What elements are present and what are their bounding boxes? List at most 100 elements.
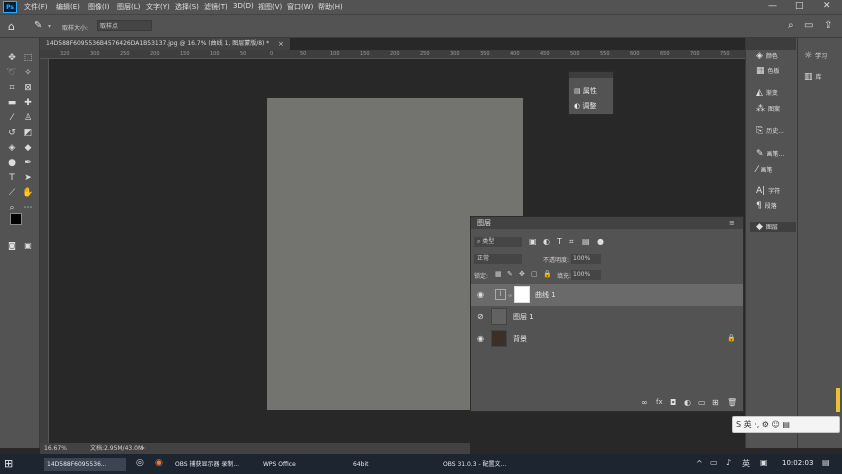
more-tools-icon[interactable]: ⋯	[22, 202, 34, 214]
paint-bucket-tool-icon[interactable]: ◈	[6, 142, 18, 154]
home-icon[interactable]: ⌂	[8, 20, 15, 33]
filter-shape-icon[interactable]: ⌗	[569, 237, 574, 247]
magic-wand-tool-icon[interactable]: ✧	[22, 67, 34, 79]
menu-3d[interactable]: 3D(D)	[233, 2, 254, 10]
trash-icon[interactable]: 🗑	[727, 398, 737, 407]
dock-gradient[interactable]: ◭ 渐变	[756, 88, 778, 98]
layer-name[interactable]: 背景	[513, 334, 527, 344]
zoom-level[interactable]: 16.67%	[44, 443, 67, 454]
filter-adjustment-icon[interactable]: ◐	[543, 237, 550, 246]
fx-icon[interactable]: fx	[656, 398, 663, 406]
type-tool-icon[interactable]: T	[6, 172, 18, 184]
history-brush-tool-icon[interactable]: ↺	[6, 127, 18, 139]
workspace-icon[interactable]: ▭	[804, 20, 813, 31]
dock-swatches[interactable]: ▦ 色板	[756, 66, 780, 76]
dodge-tool-icon[interactable]: ●	[6, 157, 18, 169]
eyedropper-icon[interactable]: ✎	[34, 20, 42, 31]
line-tool-icon[interactable]: ⟋	[6, 187, 18, 199]
display-icon[interactable]: ▣	[760, 458, 768, 467]
share-icon[interactable]: ⇪	[824, 20, 832, 31]
sample-size-select[interactable]: 取样点	[97, 20, 152, 31]
volume-icon[interactable]: ♪	[726, 458, 731, 467]
dock-column-header[interactable]	[746, 38, 796, 50]
dock-library[interactable]: ▥ 库	[804, 72, 822, 82]
filter-type-icon[interactable]: T	[557, 237, 562, 246]
dock-learn[interactable]: ☼ 学习	[804, 51, 827, 61]
dock-layers[interactable]: ◆ 图层	[750, 222, 796, 232]
clock[interactable]: 10:02:03	[782, 459, 813, 467]
dock-paragraph[interactable]: ¶ 段落	[756, 201, 777, 211]
lock-position-icon[interactable]: ✥	[519, 270, 525, 278]
lock-transparent-icon[interactable]: ▦	[495, 270, 502, 278]
adjustments-item[interactable]: ◐ 调整	[574, 101, 596, 111]
foreground-color-swatch[interactable]	[10, 213, 22, 225]
wechat-icon[interactable]: ◎	[136, 458, 144, 468]
link-icon[interactable]: ∞	[641, 398, 648, 407]
lasso-tool-icon[interactable]: ➰	[6, 67, 18, 79]
eye-hidden-icon[interactable]: ⊘	[477, 312, 487, 322]
menu-image[interactable]: 图像(I)	[88, 2, 110, 12]
browser-icon[interactable]: ◉	[155, 458, 163, 468]
fill-input[interactable]: 100%	[571, 270, 601, 280]
menu-file[interactable]: 文件(F)	[24, 2, 48, 12]
menu-window[interactable]: 窗口(W)	[287, 2, 313, 12]
close-button[interactable]: ✕	[823, 1, 831, 11]
menu-type[interactable]: 文字(Y)	[146, 2, 170, 12]
menu-select[interactable]: 选择(S)	[175, 2, 199, 12]
dock-brush-settings[interactable]: ✎ 画笔...	[756, 149, 784, 159]
dock-color[interactable]: ◈ 颜色	[756, 51, 778, 61]
floating-panel-header[interactable]	[569, 72, 613, 78]
stamp-tool-icon[interactable]: ♙	[22, 112, 34, 124]
healing-brush-tool-icon[interactable]: ✚	[22, 97, 34, 109]
panel-menu-icon[interactable]: ≡	[729, 219, 735, 227]
hand-tool-icon[interactable]: ✋	[22, 187, 34, 199]
brush-tool-icon[interactable]: ⁄	[6, 112, 18, 124]
layer-row-layer1[interactable]: ⊘ 图层 1	[471, 306, 743, 328]
taskbar-item-folder[interactable]: 64bit	[350, 458, 430, 471]
menu-layer[interactable]: 图层(L)	[117, 2, 140, 12]
dock-brushes[interactable]: ⁄ 画笔	[756, 165, 773, 175]
blend-mode-select[interactable]: 正常	[474, 254, 522, 264]
properties-item[interactable]: ▤ 属性	[574, 86, 597, 96]
adjustment-icon[interactable]: ◐	[684, 398, 691, 407]
status-arrow-icon[interactable]: >	[140, 443, 145, 454]
tray-chevron-icon[interactable]: ^	[696, 459, 703, 468]
eye-icon[interactable]: ◉	[477, 290, 487, 300]
eye-icon[interactable]: ◉	[477, 334, 487, 344]
taskbar-item-obs-capture[interactable]: OBS 捕获显示器 录制...	[172, 458, 252, 471]
network-icon[interactable]: ▭	[710, 458, 718, 467]
layer-name[interactable]: 图层 1	[513, 312, 534, 322]
layer-row-curves[interactable]: ◉ ⌇ ∞ 曲线 1	[471, 284, 743, 306]
dock-character[interactable]: A| 字符	[756, 186, 780, 196]
quick-mask-icon[interactable]: ◙	[6, 240, 18, 252]
lock-all-icon[interactable]: 🔒	[543, 270, 552, 278]
mask-icon[interactable]: ◘	[670, 398, 676, 407]
kind-filter-select[interactable]: ⌕ 类型	[474, 237, 522, 247]
new-layer-icon[interactable]: ⊞	[712, 398, 719, 407]
move-tool-icon[interactable]: ✥	[6, 52, 18, 64]
dock-pattern[interactable]: ⁂ 图案	[756, 104, 780, 114]
taskbar-item-obs[interactable]: OBS 31.0.3 - 配置文...	[440, 458, 522, 471]
dock-history[interactable]: ⎘ 历史...	[756, 126, 784, 136]
close-icon[interactable]: ×	[278, 38, 284, 50]
group-icon[interactable]: ▭	[698, 398, 706, 407]
blur-tool-icon[interactable]: ◆	[22, 142, 34, 154]
eraser-tool-icon[interactable]: ◩	[22, 127, 34, 139]
maximize-button[interactable]: □	[795, 1, 804, 11]
layer-mask-thumbnail[interactable]	[514, 286, 530, 303]
ime-toolbar[interactable]: S 英 ·, ⚙ ☺ ▤	[732, 416, 840, 433]
layer-name[interactable]: 曲线 1	[535, 290, 556, 300]
frame-tool-icon[interactable]: ⊠	[22, 82, 34, 94]
layers-panel-title[interactable]: 图层	[471, 217, 743, 229]
minimize-button[interactable]: —	[768, 1, 777, 11]
menu-help[interactable]: 帮助(H)	[318, 2, 343, 12]
search-icon[interactable]: ⌕	[788, 20, 794, 31]
filter-pixel-icon[interactable]: ▣	[529, 237, 537, 246]
menu-view[interactable]: 视图(V)	[258, 2, 282, 12]
filter-toggle-icon[interactable]: ●	[597, 237, 604, 246]
marquee-tool-icon[interactable]: ⬚	[22, 52, 34, 64]
layer-row-background[interactable]: ◉ 背景 🔒	[471, 328, 743, 350]
menu-filter[interactable]: 滤镜(T)	[204, 2, 228, 12]
opacity-input[interactable]: 100%	[571, 254, 601, 264]
pen-tool-icon[interactable]: ✒	[22, 157, 34, 169]
